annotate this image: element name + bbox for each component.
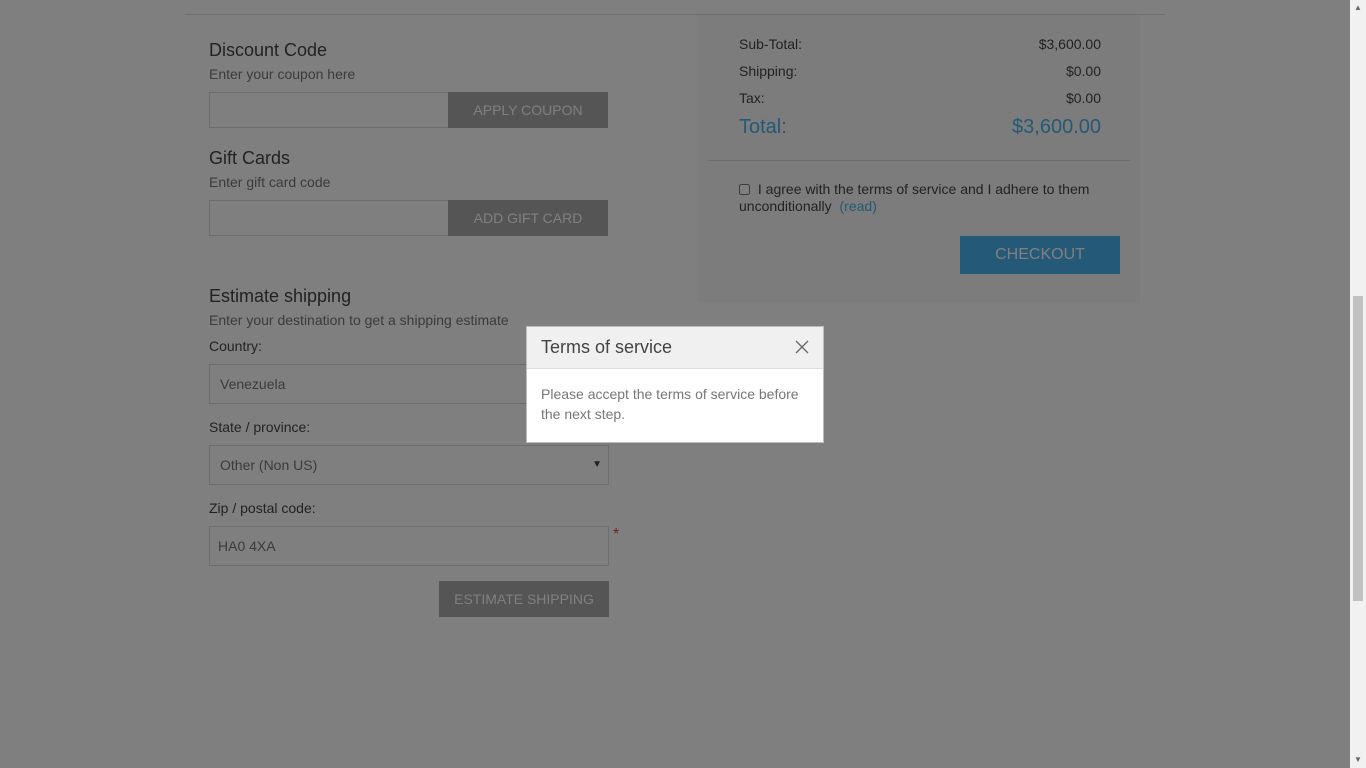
scroll-thumb[interactable] bbox=[1353, 296, 1363, 601]
terms-dialog: Terms of service Please accept the terms… bbox=[526, 326, 824, 443]
vertical-scrollbar[interactable]: ▲ ▼ bbox=[1350, 0, 1366, 768]
scroll-down-icon[interactable]: ▼ bbox=[1350, 752, 1366, 768]
dialog-title: Terms of service bbox=[541, 337, 673, 357]
dialog-header: Terms of service bbox=[527, 327, 823, 369]
dialog-message: Please accept the terms of service befor… bbox=[541, 386, 799, 422]
scroll-up-icon[interactable]: ▲ bbox=[1350, 0, 1366, 16]
close-icon[interactable] bbox=[795, 340, 809, 354]
